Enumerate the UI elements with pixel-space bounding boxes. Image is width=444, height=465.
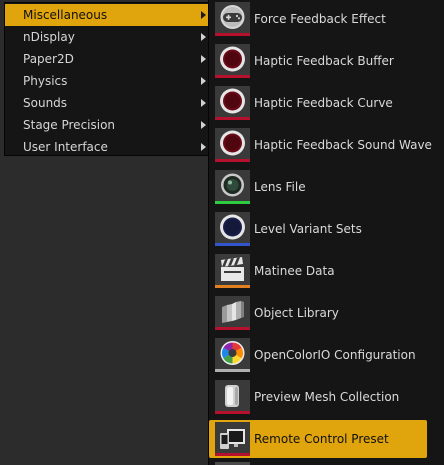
category-label: User Interface — [23, 140, 108, 154]
asset-item-object-library[interactable]: Object Library — [211, 294, 427, 332]
mesh-collection-icon — [215, 380, 250, 414]
category-paper2d[interactable]: Paper2D — [5, 48, 209, 70]
asset-label: Lens File — [254, 180, 306, 194]
category-label: Paper2D — [23, 52, 74, 66]
haptic-soundwave-icon — [215, 128, 250, 162]
asset-label: Object Library — [254, 306, 339, 320]
asset-item-preview-mesh-collection[interactable]: Preview Mesh Collection — [211, 378, 427, 416]
category-label: nDisplay — [23, 30, 75, 44]
submenu-arrow-icon — [201, 11, 206, 19]
level-variant-icon — [215, 212, 250, 246]
asset-label: Haptic Feedback Curve — [254, 96, 393, 110]
asset-label: Matinee Data — [254, 264, 335, 278]
category-menu: Miscellaneous nDisplay Paper2D Physics S… — [4, 2, 210, 156]
category-user-interface[interactable]: User Interface — [5, 136, 209, 158]
asset-item-haptic-feedback-buffer[interactable]: Haptic Feedback Buffer — [211, 42, 427, 80]
lens-icon — [215, 170, 250, 204]
category-stage-precision[interactable]: Stage Precision — [5, 114, 209, 136]
asset-label: Haptic Feedback Buffer — [254, 54, 394, 68]
asset-label: OpenColorIO Configuration — [254, 348, 416, 362]
asset-item-level-variant-sets[interactable]: Level Variant Sets — [211, 210, 427, 248]
asset-item-lens-file[interactable]: Lens File — [211, 168, 427, 206]
submenu-arrow-icon — [201, 99, 206, 107]
asset-item-haptic-feedback-curve[interactable]: Haptic Feedback Curve — [211, 84, 427, 122]
asset-label: Preview Mesh Collection — [254, 390, 400, 404]
clapperboard-icon — [215, 254, 250, 288]
category-label: Miscellaneous — [23, 8, 108, 22]
color-wheel-icon — [215, 338, 250, 372]
asset-label: Haptic Feedback Sound Wave — [254, 138, 432, 152]
category-label: Physics — [23, 74, 68, 88]
asset-item-haptic-feedback-sound-wave[interactable]: Haptic Feedback Sound Wave — [211, 126, 432, 164]
asset-item-opencolorio-configuration[interactable]: OpenColorIO Configuration — [211, 336, 427, 374]
remote-control-icon — [215, 422, 250, 456]
asset-item-remote-control-preset[interactable]: Remote Control Preset — [209, 420, 427, 458]
asset-label: Force Feedback Effect — [254, 12, 386, 26]
submenu-arrow-icon — [201, 121, 206, 129]
category-miscellaneous[interactable]: Miscellaneous — [5, 4, 209, 26]
category-physics[interactable]: Physics — [5, 70, 209, 92]
haptic-curve-icon — [215, 86, 250, 120]
asset-label: Level Variant Sets — [254, 222, 362, 236]
category-sounds[interactable]: Sounds — [5, 92, 209, 114]
gamepad-icon — [215, 2, 250, 36]
submenu-arrow-icon — [201, 33, 206, 41]
submenu-arrow-icon — [201, 77, 206, 85]
asset-label: Remote Control Preset — [254, 432, 389, 446]
asset-item-force-feedback-effect[interactable]: Force Feedback Effect — [211, 0, 427, 38]
category-ndisplay[interactable]: nDisplay — [5, 26, 209, 48]
category-label: Stage Precision — [23, 118, 116, 132]
category-label: Sounds — [23, 96, 68, 110]
haptic-buffer-icon — [215, 44, 250, 78]
asset-type-menu: Force Feedback Effect Haptic Feedback Bu… — [208, 0, 444, 465]
submenu-arrow-icon — [201, 143, 206, 151]
object-library-icon — [215, 296, 250, 330]
asset-item-matinee-data[interactable]: Matinee Data — [211, 252, 427, 290]
submenu-arrow-icon — [201, 55, 206, 63]
